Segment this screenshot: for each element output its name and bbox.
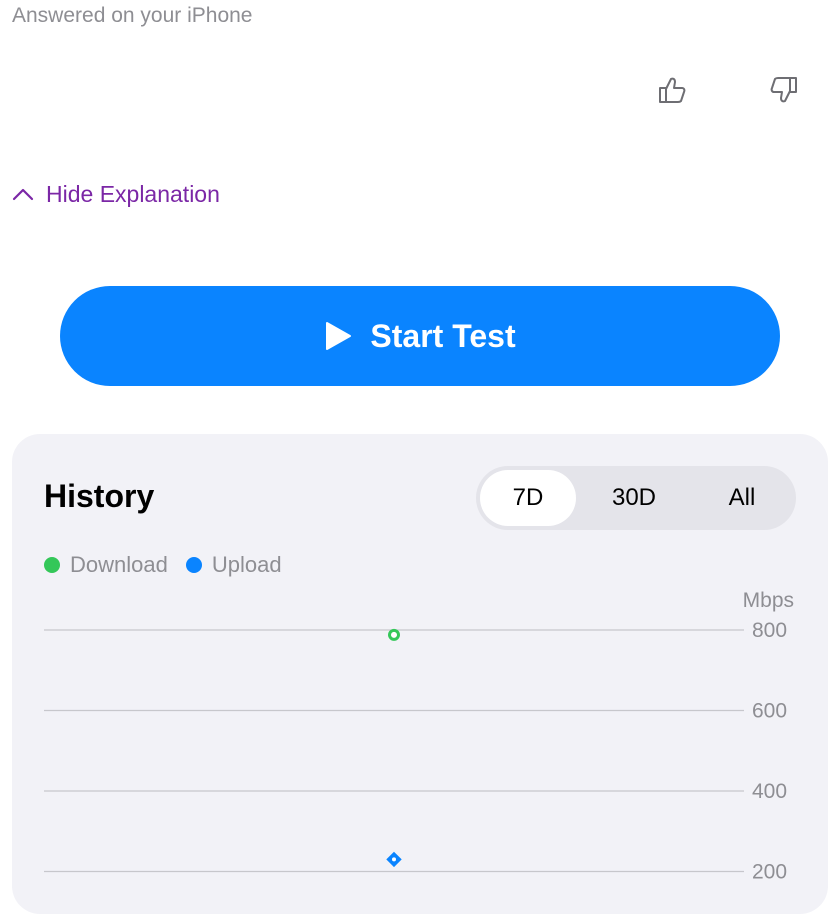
thumbs-up-button[interactable] xyxy=(656,74,688,106)
y-tick-label: 800 xyxy=(752,619,787,642)
y-tick-label: 600 xyxy=(752,700,787,723)
hide-explanation-button[interactable]: Hide Explanation xyxy=(12,178,220,210)
history-chart: 800 600 400 200 xyxy=(44,619,787,884)
play-icon xyxy=(326,322,352,350)
y-tick-label: 400 xyxy=(752,780,787,803)
thumbs-down-icon xyxy=(770,77,797,103)
chevron-up-icon xyxy=(12,188,34,201)
download-point xyxy=(388,628,400,641)
thumbs-down-button[interactable] xyxy=(768,74,800,106)
start-test-label: Start Test xyxy=(370,317,516,354)
thumbs-up-icon xyxy=(659,77,686,103)
answered-on-device-text: Answered on your iPhone xyxy=(12,4,253,27)
upload-point-center xyxy=(392,857,396,862)
hide-explanation-label: Hide Explanation xyxy=(46,180,220,207)
y-tick-label: 200 xyxy=(752,861,787,884)
history-card: History 7D 30D All Download Upload Mbps … xyxy=(12,434,828,914)
start-test-button[interactable]: Start Test xyxy=(60,286,780,386)
